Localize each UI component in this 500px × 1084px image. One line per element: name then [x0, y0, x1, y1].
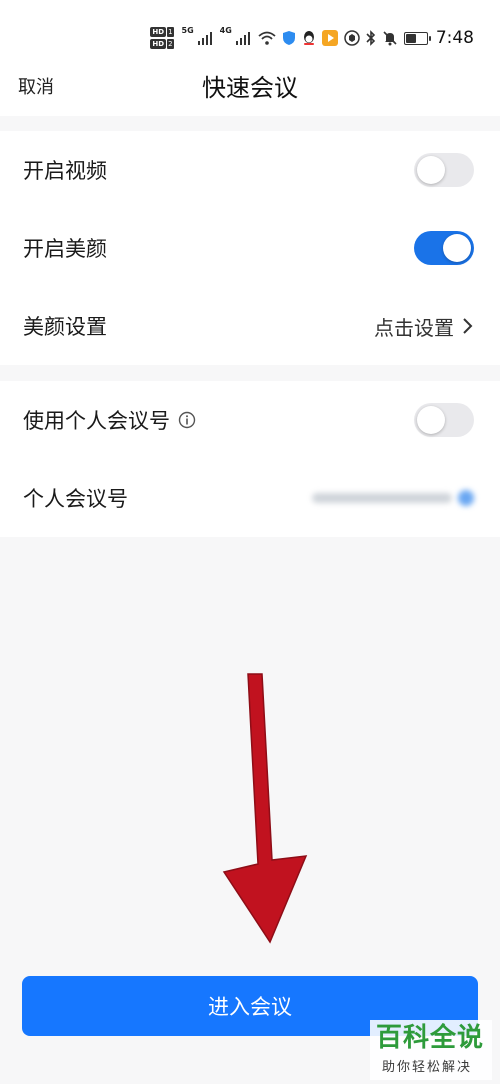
wifi-icon — [258, 31, 276, 45]
personal-id-row: 个人会议号 — [0, 459, 500, 537]
toggle-knob — [443, 234, 471, 262]
assistant-app-icon — [344, 30, 360, 46]
network-gen-label-1: 5G — [181, 26, 194, 35]
chevron-right-icon — [460, 317, 474, 335]
video-toggle[interactable] — [414, 153, 474, 187]
shield-app-icon — [282, 30, 296, 46]
toggle-knob — [417, 406, 445, 434]
hd-label-1: HD — [150, 27, 167, 37]
clock: 7:48 — [435, 28, 474, 48]
redacted-value — [312, 493, 452, 503]
status-icons: HD 1 HD 2 5G 4G 7:48 — [150, 24, 474, 52]
watermark-subtitle: 助你轻松解决 — [382, 1060, 473, 1075]
annotation-arrow — [222, 673, 308, 944]
battery-icon — [403, 31, 431, 45]
use-personal-id-row: 使用个人会议号 — [0, 381, 500, 459]
status-bar: HD 1 HD 2 5G 4G 7:48 — [0, 0, 500, 76]
beauty-settings-row[interactable]: 美颜设置 点击设置 — [0, 287, 500, 365]
use-personal-id-label: 使用个人会议号 — [23, 409, 170, 433]
beauty-toggle[interactable] — [414, 231, 474, 265]
hd-icon: HD 1 HD 2 — [150, 27, 174, 49]
mute-icon — [382, 30, 398, 46]
watermark-logo: 百科全说 助你轻松解决 — [370, 1020, 492, 1080]
network-gen-label-2: 4G — [219, 26, 232, 35]
settings-section-media: 开启视频 开启美颜 美颜设置 点击设置 — [0, 131, 500, 365]
signal-icon — [197, 31, 214, 45]
video-label: 开启视频 — [23, 159, 107, 183]
hd-label-2: HD — [150, 39, 167, 49]
personal-id-label: 个人会议号 — [23, 487, 128, 511]
video-app-icon — [321, 30, 338, 46]
use-personal-id-toggle[interactable] — [414, 403, 474, 437]
page-title: 快速会议 — [202, 74, 298, 102]
info-icon[interactable] — [178, 411, 196, 429]
beauty-settings-label: 美颜设置 — [23, 315, 107, 339]
toggle-knob — [417, 156, 445, 184]
qq-icon — [302, 30, 316, 46]
copy-icon — [458, 490, 474, 506]
hd-num-1: 1 — [167, 27, 174, 37]
settings-section-meeting-id: 使用个人会议号 个人会议号 — [0, 381, 500, 537]
signal-icon — [235, 31, 252, 45]
hd-num-2: 2 — [167, 39, 174, 49]
beauty-toggle-row: 开启美颜 — [0, 209, 500, 287]
watermark-title: 百科全说 — [376, 1023, 485, 1053]
video-toggle-row: 开启视频 — [0, 131, 500, 209]
personal-id-value-blurred — [312, 490, 474, 506]
nav-bar: 取消 快速会议 — [0, 74, 500, 116]
beauty-label: 开启美颜 — [23, 237, 107, 261]
bluetooth-icon — [366, 30, 376, 46]
beauty-settings-value: 点击设置 — [374, 315, 454, 340]
